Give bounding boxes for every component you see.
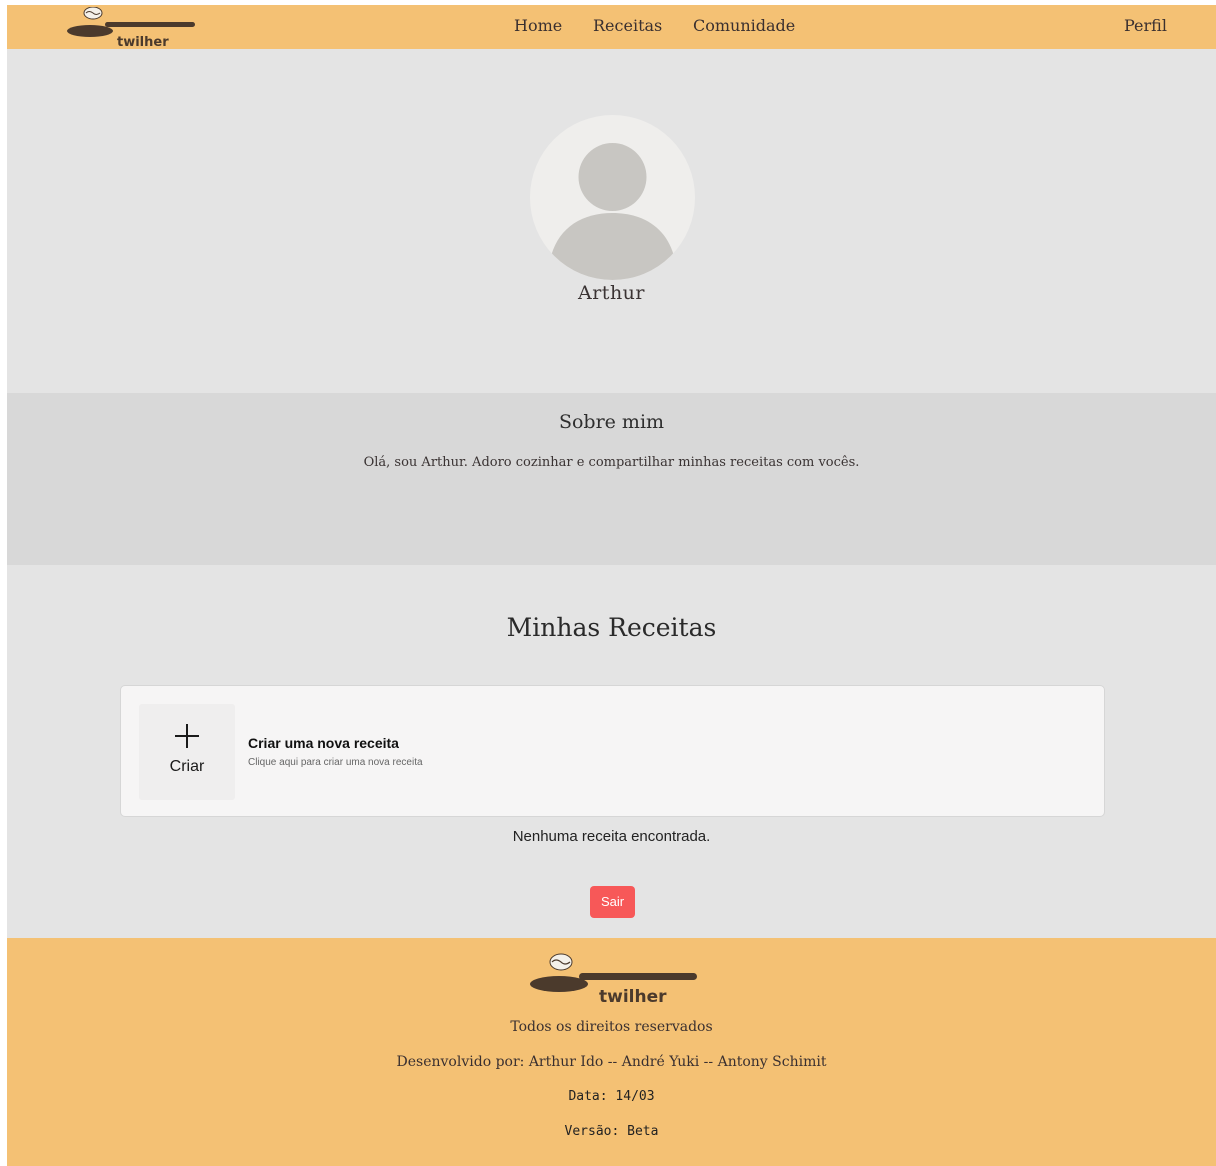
logout-button[interactable]: Sair (590, 886, 635, 918)
nav-perfil-link[interactable]: Perfil (1124, 16, 1167, 35)
twilher-footer-logo: twilher (530, 953, 697, 1004)
avatar (530, 115, 695, 280)
top-navbar: twilher Home Receitas Comunidade Perfil (7, 5, 1216, 49)
recipes-title: Minhas Receitas (506, 613, 717, 642)
footer-rights: Todos os direitos reservados (510, 1019, 713, 1035)
user-silhouette-icon (548, 143, 677, 280)
create-card-title: Criar uma nova receita (248, 735, 399, 751)
nav-home-link[interactable]: Home (514, 16, 562, 35)
plus-icon (173, 722, 201, 750)
about-section: Sobre mim Olá, sou Arthur. Adoro cozinha… (7, 393, 1216, 565)
create-card-subtitle: Clique aqui para criar uma nova receita (248, 757, 423, 768)
about-title: Sobre mim (558, 411, 665, 433)
footer-version: Versão: Beta (564, 1124, 659, 1139)
footer: twilher Todos os direitos reservados Des… (7, 938, 1216, 1166)
about-text: Olá, sou Arthur. Adoro cozinhar e compar… (363, 455, 860, 470)
main-nav: Home Receitas Comunidade Perfil (7, 16, 1216, 40)
profile-name: Arthur (578, 282, 645, 304)
empty-recipes-message: Nenhuma receita encontrada. (512, 828, 711, 845)
create-tile-label: Criar (169, 758, 205, 775)
footer-date: Data: 14/03 (568, 1089, 655, 1104)
create-tile[interactable]: Criar (139, 704, 235, 800)
footer-developers: Desenvolvido por: Arthur Ido -- André Yu… (396, 1054, 827, 1070)
create-recipe-card[interactable]: Criar Criar uma nova receita Clique aqui… (120, 685, 1105, 817)
svg-text:twilher: twilher (599, 987, 667, 1004)
nav-comunidade-link[interactable]: Comunidade (693, 16, 795, 35)
nav-receitas-link[interactable]: Receitas (593, 16, 662, 35)
page: twilher Home Receitas Comunidade Perfil … (7, 5, 1216, 1166)
